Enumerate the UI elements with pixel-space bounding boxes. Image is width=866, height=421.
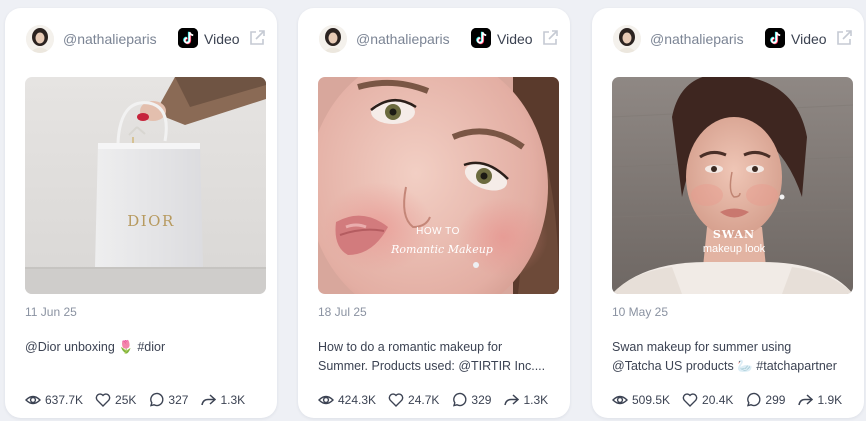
- content-type-label: Video: [204, 31, 240, 47]
- comments-stat: 299: [745, 392, 785, 408]
- views-stat: 424.3K: [318, 392, 376, 408]
- post-caption: Swan makeup for summer using @Tatcha US …: [612, 338, 852, 376]
- video-thumbnail[interactable]: SWAN makeup look: [612, 77, 853, 294]
- shares-count: 1.3K: [523, 393, 549, 407]
- share-icon: [504, 394, 520, 406]
- avatar[interactable]: [26, 25, 54, 53]
- comments-count: 299: [765, 393, 786, 407]
- likes-stat: 24.7K: [388, 392, 439, 408]
- shares-stat: 1.3K: [200, 392, 245, 408]
- post-date: 18 Jul 25: [318, 305, 367, 319]
- engagement-stats: 424.3K 24.7K 329 1.3K: [318, 391, 560, 409]
- eye-icon: [25, 395, 41, 405]
- likes-count: 20.4K: [702, 393, 734, 407]
- post-card[interactable]: @nathalieparis Video: [592, 8, 864, 418]
- tiktok-icon: [178, 28, 198, 48]
- likes-stat: 20.4K: [682, 392, 733, 408]
- comments-count: 329: [471, 393, 492, 407]
- share-icon: [201, 394, 217, 406]
- views-stat: 637.7K: [25, 392, 83, 408]
- content-type-label: Video: [791, 31, 827, 47]
- post-date: 10 May 25: [612, 305, 669, 319]
- comments-count: 327: [168, 393, 189, 407]
- video-thumbnail[interactable]: HOW TO Romantic Makeup: [318, 77, 559, 294]
- comment-icon: [747, 392, 761, 407]
- external-link-icon[interactable]: [541, 29, 559, 47]
- likes-count: 25K: [115, 393, 137, 407]
- shares-count: 1.9K: [817, 393, 843, 407]
- caption-line: @Tatcha US products 🦢 #tatchapartner: [612, 359, 837, 373]
- post-caption: How to do a romantic makeup for Summer. …: [318, 338, 558, 376]
- card-header: @nathalieparis Video: [298, 8, 570, 68]
- share-icon: [798, 394, 814, 406]
- heart-icon: [95, 393, 111, 407]
- avatar[interactable]: [319, 25, 347, 53]
- post-card[interactable]: @nathalieparis Video: [5, 8, 277, 418]
- eye-icon: [318, 395, 334, 405]
- likes-count: 24.7K: [408, 393, 440, 407]
- caption-line: @Dior unboxing 🌷 #dior: [25, 340, 166, 354]
- eye-icon: [612, 395, 628, 405]
- comment-icon: [453, 392, 467, 407]
- engagement-stats: 637.7K 25K 327 1.3K: [25, 391, 257, 409]
- shares-stat: 1.3K: [503, 392, 548, 408]
- shares-count: 1.3K: [220, 393, 246, 407]
- caption-line: How to do a romantic makeup for: [318, 340, 503, 354]
- views-stat: 509.5K: [612, 392, 670, 408]
- heart-icon: [682, 393, 698, 407]
- caption-line: Swan makeup for summer using: [612, 340, 792, 354]
- overlay-title: SWAN: [713, 228, 755, 241]
- comments-stat: 327: [148, 392, 188, 408]
- creator-handle[interactable]: @nathalieparis: [356, 31, 450, 47]
- shares-stat: 1.9K: [797, 392, 842, 408]
- card-header: @nathalieparis Video: [5, 8, 277, 68]
- card-header: @nathalieparis Video: [592, 8, 864, 68]
- views-count: 509.5K: [632, 393, 671, 407]
- tiktok-icon: [471, 28, 491, 48]
- comment-icon: [150, 392, 164, 407]
- post-card[interactable]: @nathalieparis Video: [298, 8, 570, 418]
- engagement-stats: 509.5K 20.4K 299 1.9K: [612, 391, 854, 409]
- likes-stat: 25K: [95, 392, 136, 408]
- avatar[interactable]: [613, 25, 641, 53]
- caption-line: Summer. Products used: @TIRTIR Inc....: [318, 359, 546, 373]
- views-count: 424.3K: [338, 393, 377, 407]
- bag-brand-text: DIOR: [127, 212, 175, 230]
- heart-icon: [388, 393, 404, 407]
- content-type-label: Video: [497, 31, 533, 47]
- views-count: 637.7K: [45, 393, 84, 407]
- creator-handle[interactable]: @nathalieparis: [63, 31, 157, 47]
- post-caption: @Dior unboxing 🌷 #dior: [25, 338, 265, 357]
- tiktok-icon: [765, 28, 785, 48]
- overlay-subtitle: Romantic Makeup: [390, 243, 493, 256]
- external-link-icon[interactable]: [835, 29, 853, 47]
- overlay-subtitle: makeup look: [703, 243, 766, 255]
- creator-handle[interactable]: @nathalieparis: [650, 31, 744, 47]
- post-date: 11 Jun 25: [25, 305, 77, 319]
- comments-stat: 329: [451, 392, 491, 408]
- external-link-icon[interactable]: [248, 29, 266, 47]
- overlay-title: HOW TO: [416, 226, 460, 237]
- video-thumbnail[interactable]: DIOR: [25, 77, 266, 294]
